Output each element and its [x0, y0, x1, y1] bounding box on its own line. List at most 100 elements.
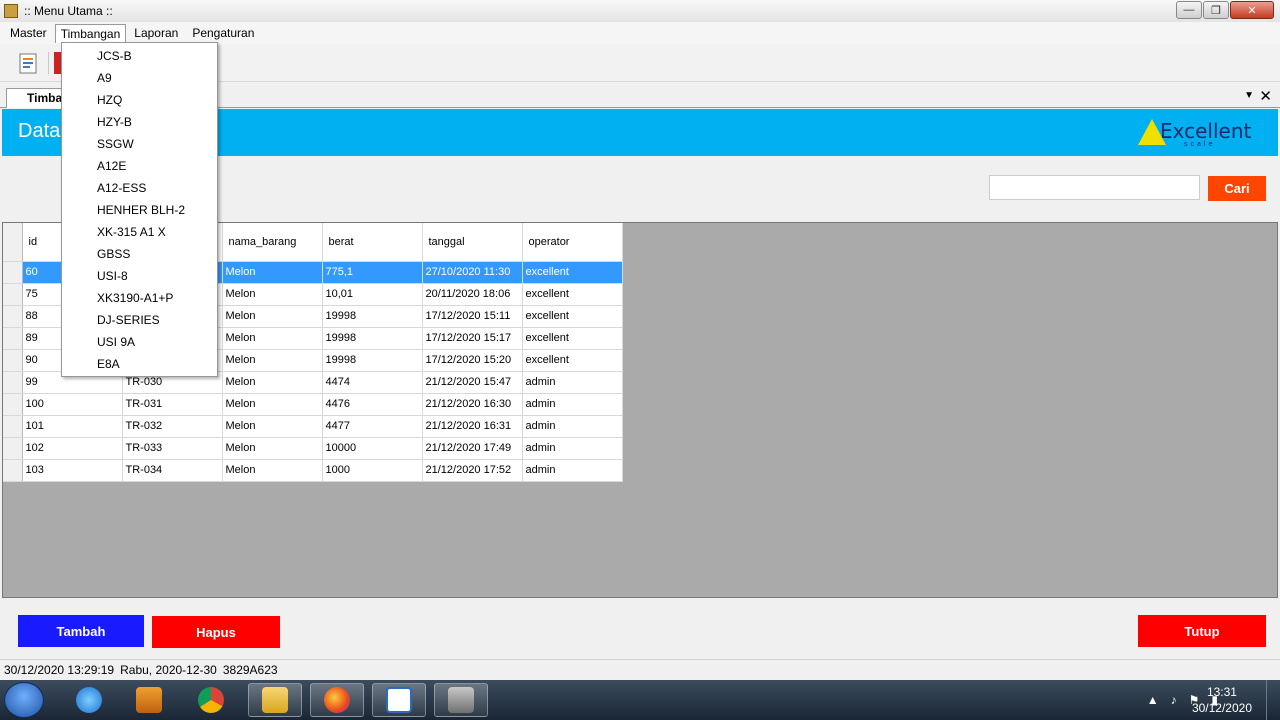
cell-nama[interactable]: Melon: [222, 415, 323, 438]
column-header-berat[interactable]: berat: [322, 223, 423, 262]
cell-tanggal[interactable]: 20/11/2020 18:06: [422, 283, 523, 306]
cell-nama[interactable]: Melon: [222, 371, 323, 394]
menu-item-hzy-b[interactable]: HZY-B: [62, 111, 217, 133]
row-header[interactable]: [3, 283, 23, 306]
cell-berat[interactable]: 19998: [322, 305, 423, 328]
cell-operator[interactable]: excellent: [522, 283, 623, 306]
taskbar-firefox[interactable]: [310, 683, 364, 717]
tray-expand-icon[interactable]: ▲: [1147, 693, 1159, 707]
cell-operator[interactable]: excellent: [522, 327, 623, 350]
menu-item-usi-9a[interactable]: USI 9A: [62, 331, 217, 353]
cell-tanggal[interactable]: 17/12/2020 15:17: [422, 327, 523, 350]
cell-operator[interactable]: admin: [522, 415, 623, 438]
cell-berat[interactable]: 10000: [322, 437, 423, 460]
cell-berat[interactable]: 10,01: [322, 283, 423, 306]
taskbar-clock[interactable]: 13:31 30/12/2020: [1192, 684, 1252, 716]
taskbar-ie[interactable]: [62, 683, 116, 717]
cell-id[interactable]: 100: [22, 393, 123, 416]
search-input[interactable]: [989, 175, 1200, 200]
menu-item-a9[interactable]: A9: [62, 67, 217, 89]
cell-operator[interactable]: excellent: [522, 261, 623, 284]
close-window-button[interactable]: ✕: [1230, 1, 1274, 19]
cell-nama[interactable]: Melon: [222, 261, 323, 284]
taskbar-current-app[interactable]: [434, 683, 488, 717]
row-header[interactable]: [3, 393, 23, 416]
menu-master[interactable]: Master: [4, 23, 53, 43]
cell-tanggal[interactable]: 17/12/2020 15:20: [422, 349, 523, 372]
taskbar-media-player[interactable]: [122, 683, 176, 717]
cell-kode[interactable]: TR-034: [122, 459, 223, 482]
menu-timbangan[interactable]: Timbangan: [54, 23, 127, 43]
cell-tanggal[interactable]: 21/12/2020 16:31: [422, 415, 523, 438]
row-header[interactable]: [3, 415, 23, 438]
maximize-button[interactable]: ❐: [1203, 1, 1229, 19]
table-row[interactable]: 103 TR-034 Melon 1000 21/12/2020 17:52 admin: [3, 459, 623, 482]
taskbar-chrome[interactable]: [184, 683, 238, 717]
start-button[interactable]: [4, 682, 44, 718]
cell-berat[interactable]: 19998: [322, 327, 423, 350]
row-header[interactable]: [3, 459, 23, 482]
hapus-button[interactable]: Hapus: [152, 616, 280, 648]
cell-berat[interactable]: 4477: [322, 415, 423, 438]
menu-item-jcs-b[interactable]: JCS-B: [62, 45, 217, 67]
cell-kode[interactable]: TR-033: [122, 437, 223, 460]
menu-item-a12e[interactable]: A12E: [62, 155, 217, 177]
cell-berat[interactable]: 1000: [322, 459, 423, 482]
column-header-tanggal[interactable]: tanggal: [422, 223, 523, 262]
cell-nama[interactable]: Melon: [222, 327, 323, 350]
cell-operator[interactable]: admin: [522, 393, 623, 416]
cell-nama[interactable]: Melon: [222, 459, 323, 482]
minimize-button[interactable]: —: [1176, 1, 1202, 19]
cell-tanggal[interactable]: 17/12/2020 15:11: [422, 305, 523, 328]
cell-id[interactable]: 103: [22, 459, 123, 482]
cell-berat[interactable]: 4474: [322, 371, 423, 394]
cell-berat[interactable]: 775,1: [322, 261, 423, 284]
cell-nama[interactable]: Melon: [222, 283, 323, 306]
row-header[interactable]: [3, 261, 23, 284]
menu-item-usi-8[interactable]: USI-8: [62, 265, 217, 287]
table-row[interactable]: 101 TR-032 Melon 4477 21/12/2020 16:31 admin: [3, 415, 623, 438]
cell-berat[interactable]: 19998: [322, 349, 423, 372]
cell-operator[interactable]: admin: [522, 437, 623, 460]
cell-nama[interactable]: Melon: [222, 437, 323, 460]
tab-close-icon[interactable]: ✕: [1259, 87, 1272, 105]
menu-item-xk-315-a1-x[interactable]: XK-315 A1 X: [62, 221, 217, 243]
row-header[interactable]: [3, 437, 23, 460]
column-header-nama-barang[interactable]: nama_barang: [222, 223, 323, 262]
cell-tanggal[interactable]: 27/10/2020 11:30: [422, 261, 523, 284]
menu-item-ssgw[interactable]: SSGW: [62, 133, 217, 155]
tambah-button[interactable]: Tambah: [18, 615, 144, 647]
cell-tanggal[interactable]: 21/12/2020 17:52: [422, 459, 523, 482]
cell-operator[interactable]: excellent: [522, 305, 623, 328]
cell-operator[interactable]: excellent: [522, 349, 623, 372]
taskbar-app-window[interactable]: [372, 683, 426, 717]
tab-dropdown-icon[interactable]: ▼: [1244, 90, 1254, 101]
taskbar-explorer[interactable]: [248, 683, 302, 717]
cell-id[interactable]: 102: [22, 437, 123, 460]
cell-berat[interactable]: 4476: [322, 393, 423, 416]
cell-kode[interactable]: TR-032: [122, 415, 223, 438]
menu-pengaturan[interactable]: Pengaturan: [186, 23, 260, 43]
menu-item-xk3190-a1-p[interactable]: XK3190-A1+P: [62, 287, 217, 309]
volume-icon[interactable]: ♪: [1171, 693, 1177, 707]
column-header-operator[interactable]: operator: [522, 223, 623, 262]
cell-id[interactable]: 101: [22, 415, 123, 438]
cell-nama[interactable]: Melon: [222, 349, 323, 372]
row-header[interactable]: [3, 327, 23, 350]
show-desktop-button[interactable]: [1266, 680, 1280, 720]
cell-kode[interactable]: TR-031: [122, 393, 223, 416]
menu-laporan[interactable]: Laporan: [128, 23, 184, 43]
menu-item-gbss[interactable]: GBSS: [62, 243, 217, 265]
tutup-button[interactable]: Tutup: [1138, 615, 1266, 647]
menu-item-henher-blh-2[interactable]: HENHER BLH-2: [62, 199, 217, 221]
cell-operator[interactable]: admin: [522, 459, 623, 482]
menu-item-dj-series[interactable]: DJ-SERIES: [62, 309, 217, 331]
row-header[interactable]: [3, 349, 23, 372]
row-header[interactable]: [3, 305, 23, 328]
cari-button[interactable]: Cari: [1208, 176, 1266, 201]
menu-item-e8a[interactable]: E8A: [62, 353, 217, 375]
table-row[interactable]: 102 TR-033 Melon 10000 21/12/2020 17:49 admin: [3, 437, 623, 460]
cell-nama[interactable]: Melon: [222, 393, 323, 416]
cell-operator[interactable]: admin: [522, 371, 623, 394]
report-icon[interactable]: [16, 51, 40, 75]
